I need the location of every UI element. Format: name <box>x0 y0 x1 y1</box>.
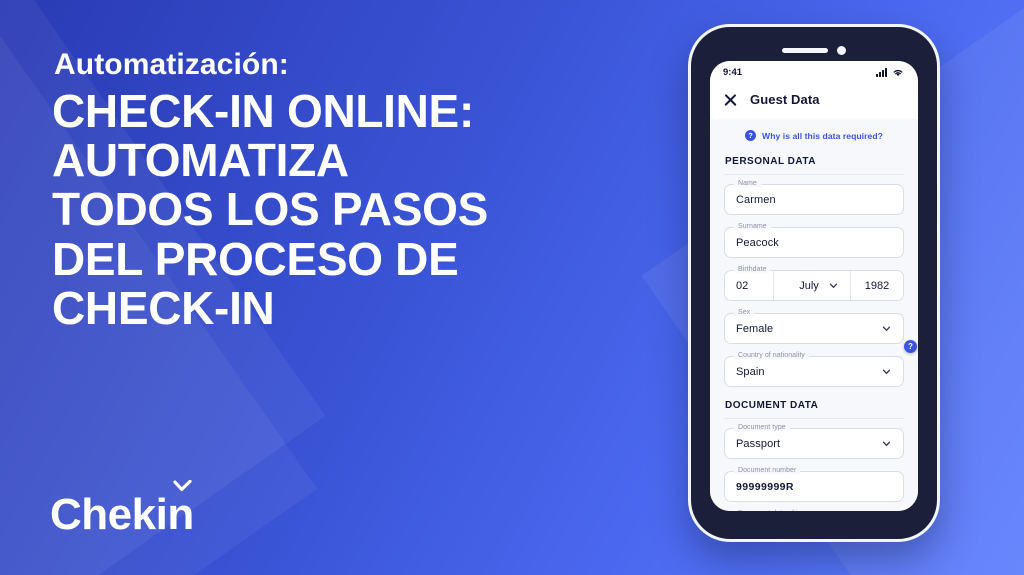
form-body: ? Why is all this data required? PERSONA… <box>710 119 918 511</box>
phone-mockup: 9:41 Guest Data ? Why is all this data r… <box>688 24 940 542</box>
slide-canvas: Automatización: CHECK-IN ONLINE: AUTOMAT… <box>0 0 1024 575</box>
floating-help-badge-icon[interactable]: ? <box>904 340 917 353</box>
chevron-down-icon <box>829 283 838 288</box>
phone-bezel: 9:41 Guest Data ? Why is all this data r… <box>701 37 927 529</box>
section-divider <box>724 174 904 175</box>
headline-line-1: CHECK-IN ONLINE: <box>52 85 474 137</box>
document-number-field[interactable]: Document number 99999999R <box>724 467 904 502</box>
cellular-bars-icon <box>876 67 887 77</box>
name-field-value: Carmen <box>736 193 776 206</box>
birthdate-year-value: 1982 <box>864 279 890 292</box>
page-title: CHECK-IN ONLINE: AUTOMATIZA TODOS LOS PA… <box>52 85 652 334</box>
phone-notch <box>782 46 846 55</box>
birthdate-year[interactable]: 1982 <box>851 271 903 300</box>
kicker-text: Automatización: <box>54 48 289 81</box>
headline-block: Automatización: CHECK-IN ONLINE: AUTOMAT… <box>52 48 652 333</box>
brand-logo-text: Chekin <box>50 490 194 539</box>
brand-logo: Chekin <box>50 480 194 539</box>
document-date-of-issue-field-label: Document date of issue <box>734 510 817 511</box>
document-type-field-label: Document type <box>734 424 790 431</box>
chevron-down-icon <box>882 441 891 446</box>
surname-field-label: Surname <box>734 223 771 230</box>
document-number-field-value: 99999999R <box>736 480 794 493</box>
birthdate-month-value: July <box>799 279 819 292</box>
wifi-icon <box>893 69 903 76</box>
document-type-field-value: Passport <box>736 437 781 450</box>
section-divider <box>724 418 904 419</box>
app-bar: Guest Data <box>710 83 918 119</box>
birthdate-month[interactable]: July <box>773 271 851 300</box>
birthdate-day-value: 02 <box>736 279 749 292</box>
status-bar: 9:41 <box>710 61 918 83</box>
close-icon[interactable] <box>724 93 737 106</box>
birthdate-field-label: Birthdate <box>734 266 771 273</box>
sex-field-label: Sex <box>734 309 755 316</box>
chevron-down-icon <box>882 369 891 374</box>
name-field-label: Name <box>734 180 761 187</box>
headline-line-3: TODOS LOS PASOS <box>52 183 488 236</box>
app-bar-title: Guest Data <box>750 92 820 107</box>
status-bar-icons <box>876 67 904 77</box>
chevron-down-icon <box>882 326 891 331</box>
surname-field-value: Peacock <box>736 236 779 249</box>
headline-line-2: AUTOMATIZA <box>52 134 349 187</box>
document-number-field-label: Document number <box>734 467 801 474</box>
name-field[interactable]: Name Carmen <box>724 180 904 215</box>
document-type-field[interactable]: Document type Passport <box>724 424 904 459</box>
phone-screen: 9:41 Guest Data ? Why is all this data r… <box>710 61 918 511</box>
country-of-nationality-field-label: Country of nationality <box>734 352 809 359</box>
birthdate-field[interactable]: Birthdate 02 July 1982 <box>724 266 904 301</box>
question-mark-icon: ? <box>745 130 757 141</box>
why-data-required-link[interactable]: ? Why is all this data required? <box>724 119 904 153</box>
why-data-required-label: Why is all this data required? <box>762 130 883 141</box>
country-of-nationality-field-value: Spain <box>736 365 765 378</box>
surname-field[interactable]: Surname Peacock <box>724 223 904 258</box>
section-title-document-data: DOCUMENT DATA <box>725 400 819 411</box>
check-mark-icon <box>173 480 192 491</box>
country-of-nationality-field[interactable]: Country of nationality Spain <box>724 352 904 387</box>
headline-line-4: DEL PROCESO DE <box>52 232 459 285</box>
earpiece-speaker-icon <box>782 48 828 53</box>
front-camera-icon <box>837 46 846 55</box>
sex-field-value: Female <box>736 322 774 335</box>
birthdate-day[interactable]: 02 <box>725 271 773 300</box>
section-title-personal-data: PERSONAL DATA <box>725 156 816 167</box>
status-bar-time: 9:41 <box>723 66 743 78</box>
headline-line-5: CHECK-IN <box>52 281 275 334</box>
sex-field[interactable]: Sex Female <box>724 309 904 344</box>
